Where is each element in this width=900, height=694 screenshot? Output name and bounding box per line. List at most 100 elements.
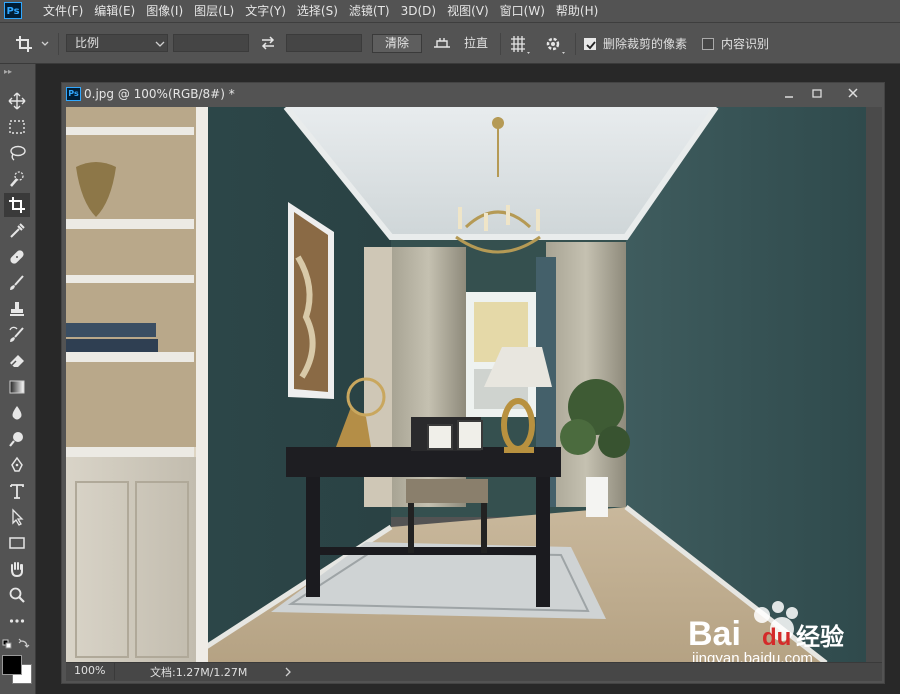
room-image: Bai du 经验 jingyan.baidu.com: [66, 107, 866, 663]
path-select-icon: [12, 508, 24, 526]
brush-tool[interactable]: [4, 271, 30, 295]
menu-help[interactable]: 帮助(H): [553, 0, 606, 22]
watermark-brand-cn: 经验: [796, 623, 844, 651]
rectangle-tool[interactable]: [4, 531, 30, 555]
eraser-icon: [10, 355, 24, 367]
watermark-brand-du: du: [762, 624, 791, 651]
crop-icon: [16, 36, 49, 52]
menu-type[interactable]: 文字(Y): [242, 0, 294, 22]
pen-tool[interactable]: [4, 453, 30, 477]
zoom-tool[interactable]: [4, 583, 30, 607]
status-bar: 100% 文档:1.27M/1.27M: [66, 662, 882, 681]
eyedropper-tool[interactable]: [4, 219, 30, 243]
swap-dimensions-button[interactable]: [258, 33, 278, 53]
straighten-button[interactable]: 拉直: [432, 34, 492, 54]
menu-layer[interactable]: 图层(L): [191, 0, 242, 22]
more-icon: [9, 619, 25, 623]
dodge-icon: [9, 432, 23, 447]
type-tool[interactable]: [4, 479, 30, 503]
blur-tool[interactable]: [4, 401, 30, 425]
menu-select[interactable]: 选择(S): [294, 0, 346, 22]
menu-items: 文件(F) 编辑(E) 图像(I) 图层(L) 文字(Y) 选择(S) 滤镜(T…: [40, 0, 606, 22]
pen-icon: [11, 456, 23, 472]
menu-edit[interactable]: 编辑(E): [91, 0, 143, 22]
eraser-tool[interactable]: [4, 349, 30, 373]
zoom-level[interactable]: 100%: [74, 664, 105, 677]
vertical-scrollbar[interactable]: [866, 107, 882, 663]
close-button[interactable]: [842, 85, 864, 103]
tools-panel: ▸▸: [0, 64, 36, 694]
checkbox-unchecked: [702, 38, 714, 50]
gradient-icon: [9, 380, 25, 394]
watermark-brand: Bai: [688, 615, 741, 653]
minimize-button[interactable]: [778, 85, 800, 103]
content-aware-label: 内容识别: [721, 37, 770, 51]
quick-select-icon: [10, 171, 24, 187]
content-aware-checkbox[interactable]: 内容识别: [702, 37, 782, 53]
ratio-select[interactable]: 比例: [66, 34, 168, 52]
height-input[interactable]: [286, 34, 362, 52]
dodge-tool[interactable]: [4, 427, 30, 451]
move-tool[interactable]: [4, 89, 30, 113]
path-select-tool[interactable]: [4, 505, 30, 529]
swap-icon: [261, 36, 275, 50]
menu-image[interactable]: 图像(I): [143, 0, 191, 22]
menu-filter[interactable]: 滤镜(T): [346, 0, 398, 22]
minimize-icon: [785, 96, 793, 98]
delete-cropped-label: 删除裁剪的像素: [603, 37, 688, 51]
document-info: 文档:1.27M/1.27M: [150, 666, 248, 679]
crop-tool[interactable]: [4, 193, 30, 217]
hand-tool[interactable]: [4, 557, 30, 581]
color-swatch-controls[interactable]: [2, 637, 32, 651]
marquee-icon: [9, 120, 25, 134]
document-window: Ps 0.jpg @ 100%(RGB/8#) * Bai du 经验 jing…: [61, 82, 885, 684]
gradient-tool[interactable]: [4, 375, 30, 399]
stamp-tool[interactable]: [4, 297, 30, 321]
ratio-select-value: 比例: [75, 36, 100, 50]
swap-colors-icon: [2, 638, 30, 649]
more-tools[interactable]: [4, 609, 30, 633]
quick-select-tool[interactable]: [4, 167, 30, 191]
foreground-color-swatch[interactable]: [2, 655, 22, 675]
straighten-icon: [434, 38, 450, 48]
healing-tool[interactable]: [4, 245, 30, 269]
history-brush-icon: [9, 326, 24, 342]
zoom-icon: [9, 587, 25, 603]
photoshop-logo: Ps: [4, 2, 22, 19]
chevron-right-icon[interactable]: [284, 667, 292, 677]
menu-view[interactable]: 视图(V): [444, 0, 497, 22]
marquee-tool[interactable]: [4, 115, 30, 139]
crop-settings-button[interactable]: [543, 33, 567, 55]
healing-icon: [10, 250, 24, 264]
lasso-icon: [10, 145, 26, 161]
doc-ps-icon: Ps: [66, 87, 81, 101]
crop-icon: [9, 197, 25, 213]
width-input[interactable]: [173, 34, 249, 52]
grid-icon: [511, 36, 530, 54]
close-icon: [848, 88, 858, 98]
menu-3d[interactable]: 3D(D): [398, 0, 444, 22]
overlay-options-button[interactable]: [508, 33, 532, 55]
brush-icon: [10, 275, 24, 290]
delete-cropped-checkbox[interactable]: 删除裁剪的像素: [584, 37, 699, 53]
straighten-label: 拉直: [464, 36, 489, 50]
hand-icon: [11, 562, 23, 578]
chevron-down-icon: [155, 41, 165, 47]
history-brush-tool[interactable]: [4, 323, 30, 347]
lasso-tool[interactable]: [4, 141, 30, 165]
blur-icon: [12, 406, 22, 420]
collapse-toggle[interactable]: ▸▸: [4, 67, 12, 76]
document-canvas[interactable]: Bai du 经验 jingyan.baidu.com: [66, 107, 866, 663]
document-title: 0.jpg @ 100%(RGB/8#) *: [84, 87, 235, 101]
crop-tool-preset-picker[interactable]: [14, 34, 52, 54]
maximize-button[interactable]: [806, 85, 828, 103]
clear-button[interactable]: 清除: [372, 34, 422, 53]
options-bar: 比例 清除 拉直 删除裁剪的像素 内容识别: [0, 22, 900, 64]
move-icon: [8, 92, 26, 110]
eyedropper-icon: [10, 223, 25, 238]
stamp-icon: [10, 302, 24, 316]
checkmark-icon: [586, 41, 596, 50]
menu-window[interactable]: 窗口(W): [497, 0, 553, 22]
menu-file[interactable]: 文件(F): [40, 0, 91, 22]
type-icon: [10, 484, 24, 499]
